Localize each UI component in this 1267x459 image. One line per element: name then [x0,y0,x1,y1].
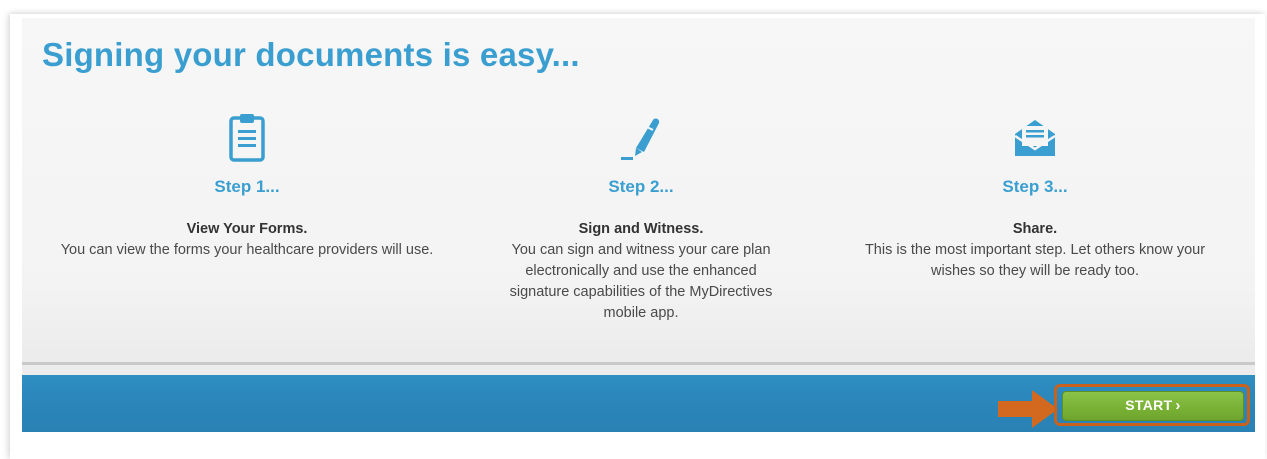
panel-gap [22,365,1255,375]
step-1-name: View Your Forms. [186,221,308,237]
start-button[interactable]: START › [1062,391,1244,421]
pen-signature-icon [621,118,660,160]
clipboard-icon [229,114,265,162]
step-1: Step 1... View Your Forms. You can view … [47,112,447,261]
start-button-highlight: START › [1054,384,1250,426]
step-2-name: Sign and Witness. [578,221,704,237]
envelope-icon [1014,120,1056,156]
step-3-description: This is the most important step. Let oth… [864,242,1206,279]
step-1-description: You can view the forms your healthcare p… [60,242,434,258]
start-button-label: START [1125,397,1173,413]
step-2: Step 2... Sign and Witness. You can sign… [441,112,841,324]
arrow-right-icon [998,390,1058,428]
page-title: Signing your documents is easy... [42,36,580,73]
step-3: Step 3... Share. This is the most import… [835,112,1235,282]
chevron-right-icon: › [1175,397,1181,414]
step-2-heading: Step 2... [608,177,674,196]
step-3-heading: Step 3... [1002,177,1068,196]
step-2-description: You can sign and witness your care plan … [509,242,773,321]
step-3-name: Share. [1012,221,1058,237]
step-1-heading: Step 1... [214,177,280,196]
